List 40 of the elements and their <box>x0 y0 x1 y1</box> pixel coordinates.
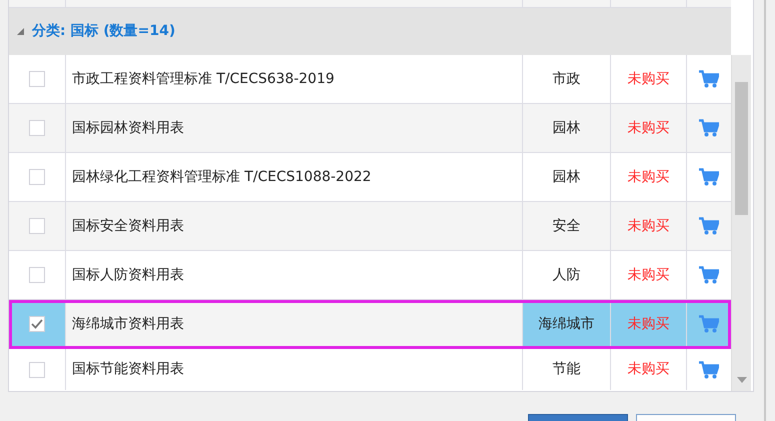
cart-icon[interactable] <box>699 266 719 284</box>
scroll-thumb[interactable] <box>735 82 748 215</box>
cart-icon[interactable] <box>699 217 719 235</box>
status-cell: 未购买 <box>611 104 687 152</box>
cart-icon[interactable] <box>699 70 719 88</box>
table-cell: 人防 <box>523 251 611 299</box>
cart-icon[interactable] <box>699 168 719 186</box>
cart-icon[interactable] <box>699 315 719 333</box>
status-cell: 未购买 <box>611 153 687 201</box>
checkbox[interactable] <box>29 316 45 332</box>
table-cell: 国标节能资料用表 <box>66 349 523 390</box>
table-cell: 国标安全资料用表 <box>66 202 523 250</box>
table-cell: 园林绿化工程资料管理标准 T/CECS1088-2022 <box>66 153 523 201</box>
status-cell: 未购买 <box>611 202 687 250</box>
collapse-icon[interactable] <box>17 28 24 35</box>
checkbox[interactable] <box>29 71 45 87</box>
selected-row[interactable]: 海绵城市资料用表 海绵城市 未购买 <box>9 300 731 349</box>
status-cell: 未购买 <box>611 300 687 348</box>
group-header: 分类: 国标 (数量=14) <box>32 22 176 41</box>
checkbox[interactable] <box>29 169 45 185</box>
checkbox[interactable] <box>29 362 45 378</box>
table-cell: 园林 <box>523 153 611 201</box>
cart-icon[interactable] <box>699 119 719 137</box>
status-cell: 未购买 <box>611 55 687 103</box>
scroll-down-icon[interactable] <box>737 377 747 383</box>
table-cell: 园林 <box>523 104 611 152</box>
status-cell: 未购买 <box>611 251 687 299</box>
table-cell: 国标园林资料用表 <box>66 104 523 152</box>
checkbox[interactable] <box>29 267 45 283</box>
checkbox[interactable] <box>29 218 45 234</box>
table-cell: 节能 <box>523 349 611 390</box>
table-cell: 国标人防资料用表 <box>66 251 523 299</box>
status-cell: 未购买 <box>611 349 687 390</box>
cart-icon[interactable] <box>699 360 719 378</box>
table-cell: 海绵城市 <box>523 300 611 348</box>
table-cell: 市政工程资料管理标准 T/CECS638-2019 <box>66 55 523 103</box>
table-cell: 安全 <box>523 202 611 250</box>
table-cell: 市政 <box>523 55 611 103</box>
scrollbar[interactable] <box>731 55 751 391</box>
checkbox[interactable] <box>29 120 45 136</box>
